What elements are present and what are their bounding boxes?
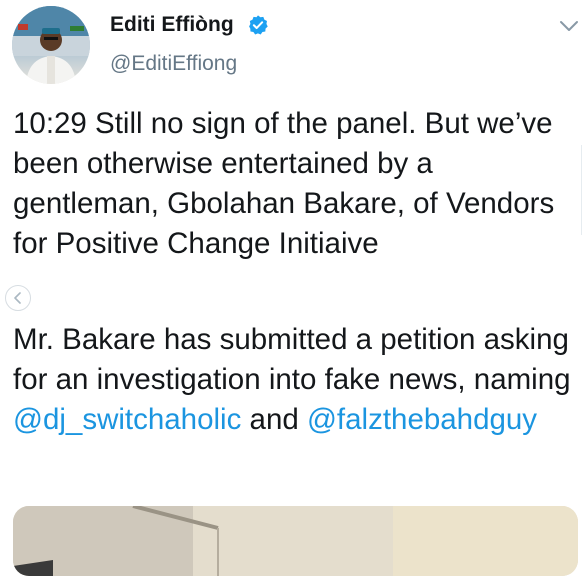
- chevron-left-icon: [14, 292, 21, 304]
- avatar-photo: [12, 6, 90, 84]
- mention-link-falzthebahdguy[interactable]: @falzthebahdguy: [307, 403, 537, 436]
- tweet-text-2-plain: Mr. Bakare has submitted a petition aski…: [13, 323, 571, 396]
- chevron-down-icon[interactable]: [559, 19, 579, 33]
- tweet-media-image[interactable]: [13, 506, 578, 576]
- tweet-body-paragraph-2: Mr. Bakare has submitted a petition aski…: [13, 320, 573, 440]
- tweet-body-paragraph-1: 10:29 Still no sign of the panel. But we…: [13, 104, 573, 264]
- avatar[interactable]: [12, 6, 90, 84]
- verified-badge-icon: [249, 15, 268, 35]
- media-photo: [13, 506, 578, 576]
- adjacent-card-edge: [581, 145, 585, 235]
- tweet-text-2: Mr. Bakare has submitted a petition aski…: [13, 320, 573, 440]
- author-name[interactable]: Editi Effiòng: [110, 13, 234, 37]
- author-handle[interactable]: @EditiEffiong: [110, 52, 237, 76]
- previous-button[interactable]: [5, 285, 31, 311]
- tweet-text-2-connector: and: [241, 403, 307, 436]
- tweet-text-1: 10:29 Still no sign of the panel. But we…: [13, 107, 555, 260]
- mention-link-dj-switchaholic[interactable]: @dj_switchaholic: [13, 403, 241, 436]
